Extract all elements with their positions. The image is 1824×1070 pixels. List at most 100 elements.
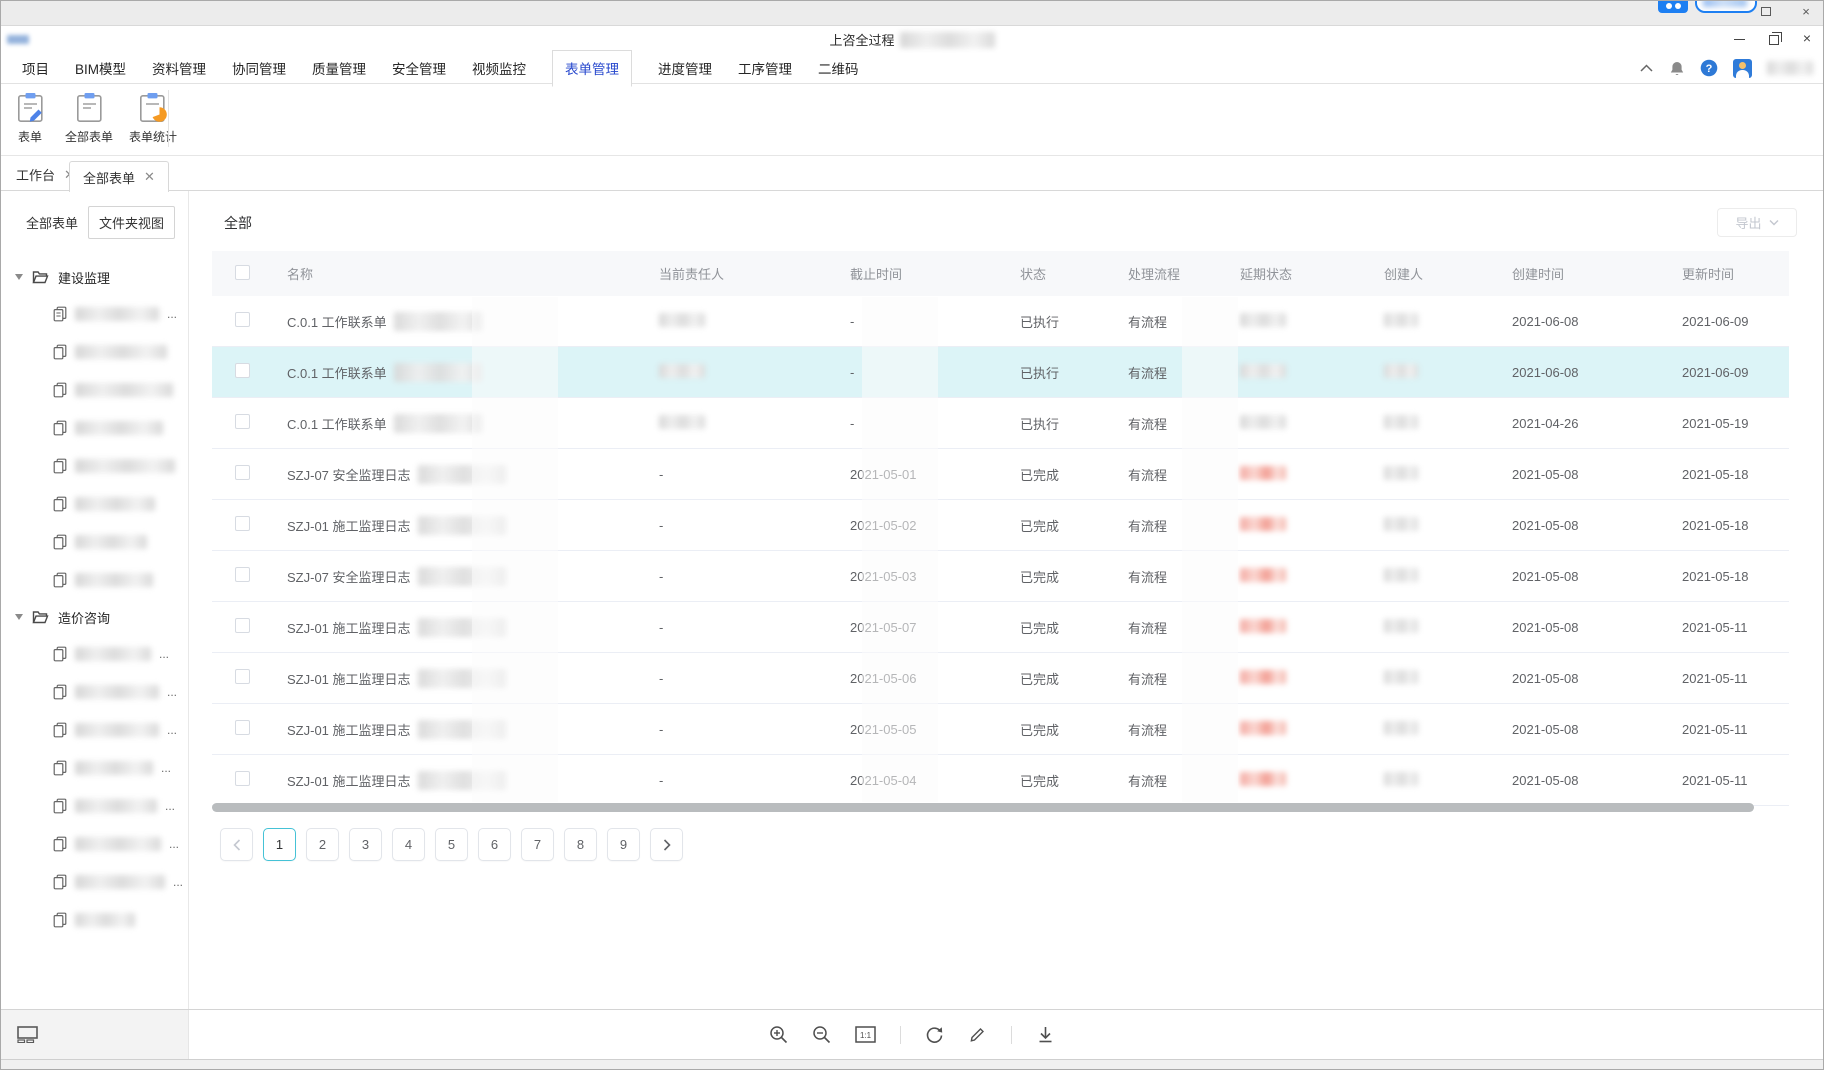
tree-item[interactable] <box>1 901 188 939</box>
form-name-link[interactable]: C.0.1 工作联系单 <box>287 414 387 433</box>
zoom-in-icon[interactable] <box>769 1025 788 1044</box>
menu-item-video-monitor[interactable]: 视频监控 <box>472 58 526 78</box>
menu-item-document-mgmt[interactable]: 资料管理 <box>152 58 206 78</box>
form-name-link[interactable]: SZJ-01 施工监理日志 <box>287 771 411 790</box>
menu-item-qrcode[interactable]: 二维码 <box>818 58 859 78</box>
menu-item-collab-mgmt[interactable]: 协同管理 <box>232 58 286 78</box>
row-checkbox[interactable] <box>235 567 250 582</box>
page-button-6[interactable]: 6 <box>478 828 511 861</box>
form-name-link[interactable]: SZJ-01 施工监理日志 <box>287 720 411 739</box>
page-button-2[interactable]: 2 <box>306 828 339 861</box>
app-close-button[interactable]: × <box>1803 30 1811 46</box>
app-minimize-button[interactable] <box>1734 30 1745 46</box>
next-page-button[interactable] <box>650 828 683 861</box>
horizontal-scrollbar[interactable] <box>212 803 1754 812</box>
row-checkbox[interactable] <box>235 669 250 684</box>
page-button-8[interactable]: 8 <box>564 828 597 861</box>
form-name-link[interactable]: SZJ-07 安全监理日志 <box>287 567 411 586</box>
row-checkbox[interactable] <box>235 516 250 531</box>
tree-item[interactable]: ... <box>1 635 188 673</box>
capture-tool-button[interactable] <box>1695 0 1757 13</box>
form-name-link[interactable]: C.0.1 工作联系单 <box>287 312 387 331</box>
row-checkbox[interactable] <box>235 771 250 786</box>
tree-item[interactable] <box>1 333 188 371</box>
table-row[interactable]: SZJ-01 施工监理日志 - 2021-05-02 已完成 有流程 2021-… <box>212 500 1789 551</box>
tab-all-forms-close-icon[interactable]: ✕ <box>144 169 155 185</box>
page-button-3[interactable]: 3 <box>349 828 382 861</box>
form-name-link[interactable]: SZJ-01 施工监理日志 <box>287 618 411 637</box>
table-row-selected[interactable]: C.0.1 工作联系单 - 已执行 有流程 2021-06-08 2021-06… <box>212 347 1789 398</box>
form-name-link[interactable]: SZJ-01 施工监理日志 <box>287 516 411 535</box>
table-row[interactable]: SZJ-01 施工监理日志 - 2021-05-07 已完成 有流程 2021-… <box>212 602 1789 653</box>
row-checkbox[interactable] <box>235 312 250 327</box>
tree-item[interactable] <box>1 447 188 485</box>
table-row[interactable]: C.0.1 工作联系单 - 已执行 有流程 2021-06-08 2021-06… <box>212 296 1789 347</box>
all-forms-view-button[interactable]: 全部表单 <box>20 207 84 238</box>
all-forms-button[interactable]: 全部表单 <box>65 92 113 145</box>
folder-view-button[interactable]: 文件夹视图 <box>88 206 175 239</box>
form-stats-button[interactable]: 表单统计 <box>129 92 177 145</box>
menu-item-form-mgmt[interactable]: 表单管理 <box>552 50 632 87</box>
row-checkbox[interactable] <box>235 720 250 735</box>
menu-item-project[interactable]: 项目 <box>22 58 49 78</box>
menu-item-process-mgmt[interactable]: 工序管理 <box>738 58 792 78</box>
menu-item-quality-mgmt[interactable]: 质量管理 <box>312 58 366 78</box>
tree-item[interactable] <box>1 485 188 523</box>
page-button-4[interactable]: 4 <box>392 828 425 861</box>
monitor-icon[interactable] <box>17 1026 39 1043</box>
capture-tool-icon[interactable] <box>1658 0 1688 13</box>
tree-item[interactable] <box>1 409 188 447</box>
app-restore-button[interactable] <box>1769 35 1779 45</box>
table-row[interactable]: SZJ-01 施工监理日志 - 2021-05-04 已完成 有流程 2021-… <box>212 755 1789 806</box>
caret-down-icon[interactable] <box>15 274 23 280</box>
refresh-icon[interactable] <box>925 1025 944 1044</box>
os-close-button[interactable]: × <box>1799 4 1813 19</box>
zoom-out-icon[interactable] <box>812 1025 831 1044</box>
tree-item[interactable]: ... <box>1 825 188 863</box>
menu-item-schedule-mgmt[interactable]: 进度管理 <box>658 58 712 78</box>
form-name-link[interactable]: SZJ-07 安全监理日志 <box>287 465 411 484</box>
tab-all-forms[interactable]: 全部表单 ✕ <box>69 161 169 192</box>
page-button-9[interactable]: 9 <box>607 828 640 861</box>
bell-icon[interactable] <box>1669 60 1685 77</box>
page-button-5[interactable]: 5 <box>435 828 468 861</box>
row-checkbox[interactable] <box>235 414 250 429</box>
table-row[interactable]: SZJ-07 安全监理日志 - 2021-05-03 已完成 有流程 2021-… <box>212 551 1789 602</box>
download-icon[interactable] <box>1036 1025 1055 1044</box>
table-row[interactable]: SZJ-07 安全监理日志 - 2021-05-01 已完成 有流程 2021-… <box>212 449 1789 500</box>
table-row[interactable]: SZJ-01 施工监理日志 - 2021-05-06 已完成 有流程 2021-… <box>212 653 1789 704</box>
tree-item[interactable] <box>1 523 188 561</box>
tree-item[interactable]: ... <box>1 749 188 787</box>
tree-item[interactable] <box>1 371 188 409</box>
form-name-link[interactable]: C.0.1 工作联系单 <box>287 363 387 382</box>
menu-item-safety-mgmt[interactable]: 安全管理 <box>392 58 446 78</box>
help-icon[interactable]: ? <box>1700 59 1718 77</box>
user-avatar[interactable] <box>1733 59 1752 78</box>
collapse-ribbon-icon[interactable] <box>1639 63 1654 73</box>
os-maximize-button[interactable] <box>1759 4 1773 19</box>
form-name-link[interactable]: SZJ-01 施工监理日志 <box>287 669 411 688</box>
page-button-1[interactable]: 1 <box>263 828 296 861</box>
tree-item[interactable]: ... <box>1 673 188 711</box>
row-checkbox[interactable] <box>235 465 250 480</box>
table-row[interactable]: C.0.1 工作联系单 - 已执行 有流程 2021-04-26 2021-05… <box>212 398 1789 449</box>
caret-down-icon[interactable] <box>15 614 23 620</box>
menu-item-bim-model[interactable]: BIM模型 <box>75 58 126 78</box>
tab-workbench[interactable]: 工作台 ✕ <box>16 165 75 184</box>
export-button[interactable]: 导出 <box>1717 208 1797 237</box>
tree-item[interactable]: ... <box>1 787 188 825</box>
edit-icon[interactable] <box>968 1025 987 1044</box>
row-checkbox[interactable] <box>235 363 250 378</box>
row-checkbox[interactable] <box>235 618 250 633</box>
tree-item[interactable]: ... <box>1 711 188 749</box>
tree-item[interactable] <box>1 561 188 599</box>
table-row[interactable]: SZJ-01 施工监理日志 - 2021-05-05 已完成 有流程 2021-… <box>212 704 1789 755</box>
prev-page-button[interactable] <box>220 828 253 861</box>
select-all-checkbox[interactable] <box>235 265 250 280</box>
page-button-7[interactable]: 7 <box>521 828 554 861</box>
tree-group-cost-consulting[interactable]: 造价咨询 <box>1 599 188 635</box>
tree-group-construction-supervision[interactable]: 建设监理 <box>1 259 188 295</box>
form-button[interactable]: 表单 <box>11 92 49 145</box>
tree-item[interactable]: ... <box>1 295 188 333</box>
tree-item[interactable]: ... <box>1 863 188 901</box>
